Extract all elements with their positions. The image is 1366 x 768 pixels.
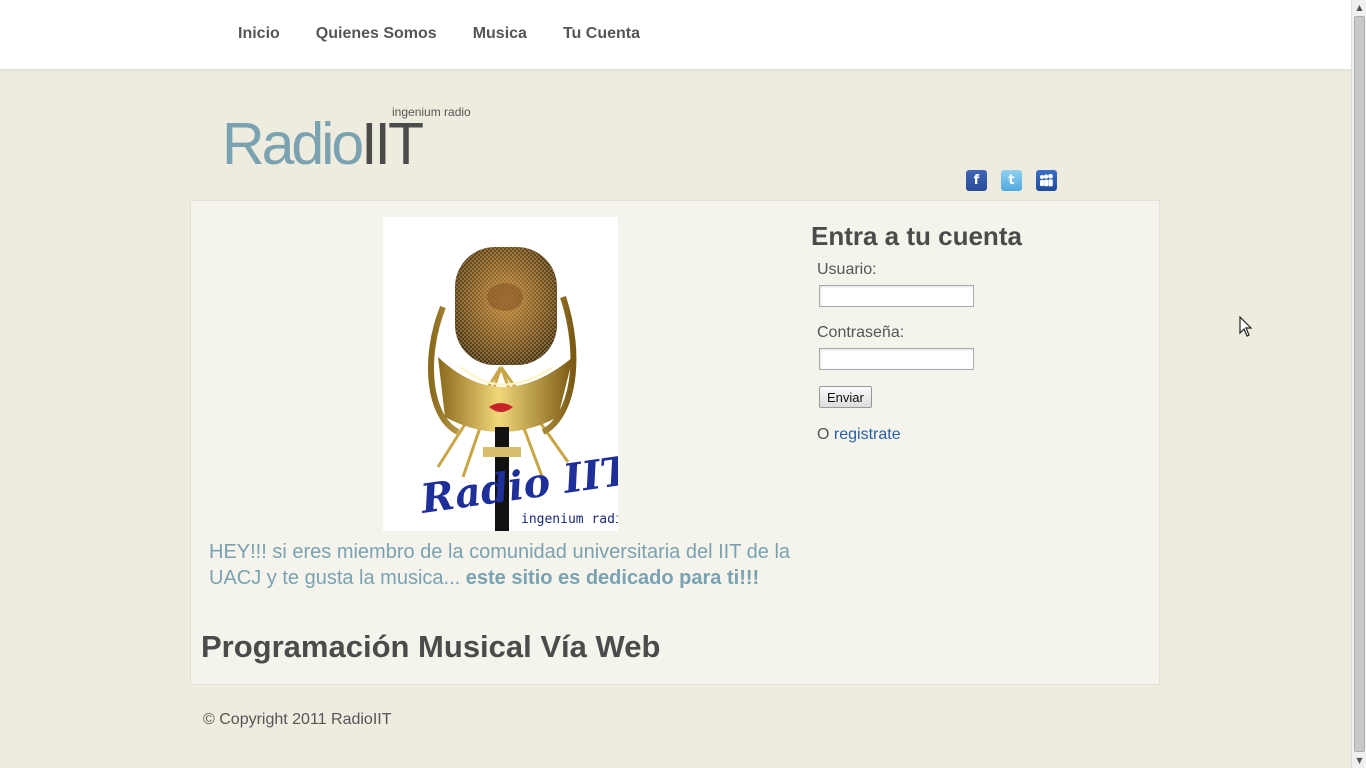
- username-input[interactable]: [819, 285, 974, 307]
- vertical-scrollbar[interactable]: ▲ ▼: [1351, 0, 1366, 768]
- myspace-glyph: [1040, 174, 1053, 187]
- footer-copyright: © Copyright 2011 RadioIIT: [203, 711, 392, 728]
- radio-iit-poster-image: Radio IIT... ingenium radio: [383, 217, 618, 531]
- nav-inicio[interactable]: Inicio: [238, 25, 280, 43]
- nav-musica[interactable]: Musica: [473, 25, 527, 43]
- register-prefix: O: [817, 426, 834, 443]
- login-title: Entra a tu cuenta: [811, 221, 1022, 251]
- intro-bold-text: este sitio es dedicado para ti!!!: [465, 567, 760, 589]
- username-label: Usuario:: [817, 261, 877, 278]
- scroll-down-icon[interactable]: ▼: [1352, 753, 1366, 768]
- content-panel: Radio IIT... ingenium radio HEY!!! si er…: [190, 200, 1160, 685]
- mouse-pointer-icon: [1239, 316, 1253, 337]
- myspace-icon[interactable]: [1036, 170, 1057, 191]
- submit-button[interactable]: Enviar: [819, 386, 872, 408]
- password-label: Contraseña:: [817, 324, 905, 341]
- scrollbar-thumb[interactable]: [1354, 16, 1365, 752]
- microphone-illustration: Radio IIT... ingenium radio: [417, 247, 618, 531]
- top-navigation-bar: Inicio Quienes Somos Musica Tu Cuenta: [0, 0, 1351, 69]
- twitter-icon[interactable]: t: [1001, 170, 1022, 191]
- register-line: O registrate: [817, 426, 901, 444]
- nav-tu-cuenta[interactable]: Tu Cuenta: [563, 25, 640, 43]
- logo-radio-text: Radio: [222, 111, 364, 177]
- register-link[interactable]: registrate: [834, 426, 901, 443]
- poster-subtitle: ingenium radio: [521, 512, 618, 527]
- logo-iit-text: IIT: [361, 111, 424, 177]
- scroll-up-icon[interactable]: ▲: [1352, 0, 1366, 15]
- social-links: f t: [966, 170, 1057, 191]
- facebook-icon[interactable]: f: [966, 170, 987, 191]
- password-input[interactable]: [819, 348, 974, 370]
- intro-paragraph: HEY!!! si eres miembro de la comunidad u…: [209, 539, 809, 591]
- program-title: Programación Musical Vía Web: [201, 629, 661, 664]
- main-nav: Inicio Quienes Somos Musica Tu Cuenta: [238, 25, 640, 43]
- site-logo[interactable]: RadioIIT: [222, 115, 424, 174]
- nav-quienes-somos[interactable]: Quienes Somos: [316, 25, 437, 43]
